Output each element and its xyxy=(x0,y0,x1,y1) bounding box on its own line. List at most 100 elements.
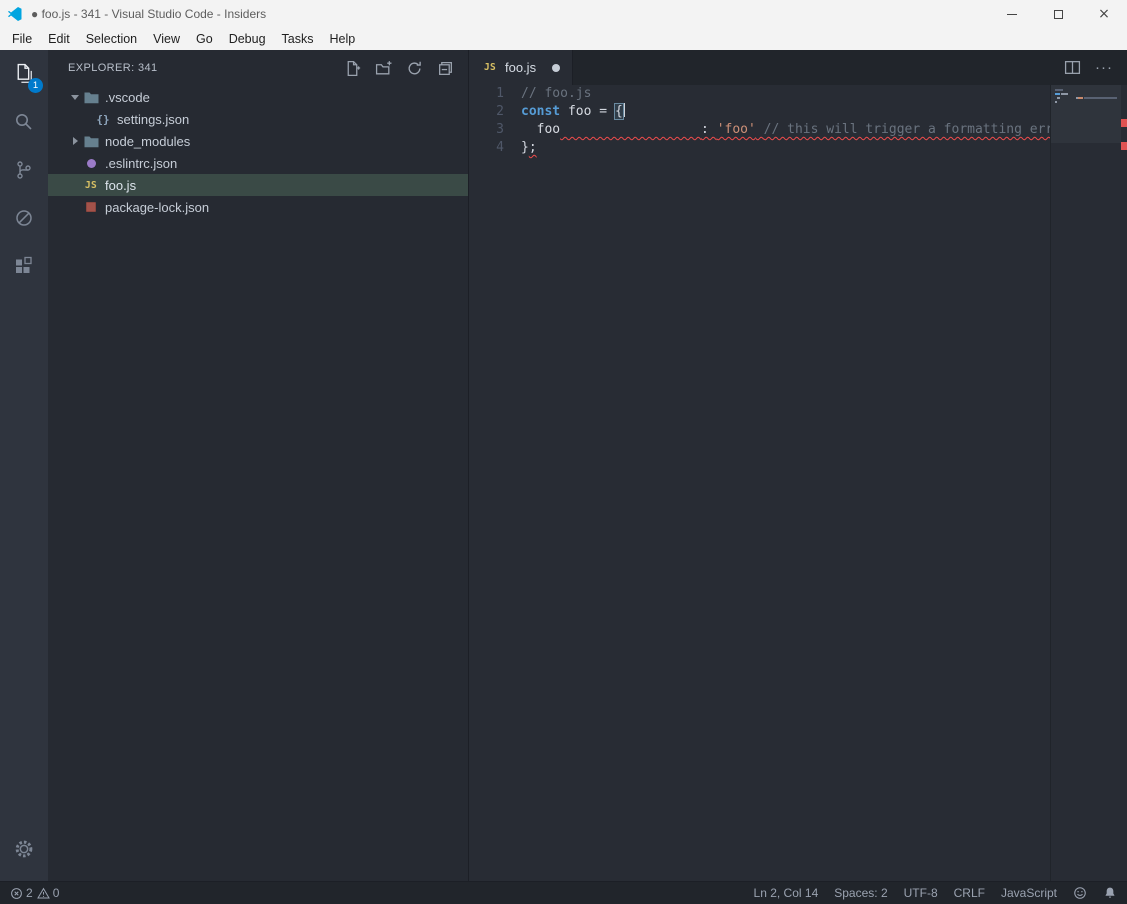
status-right-items: Ln 2, Col 14 Spaces: 2 UTF-8 CRLF JavaScript xyxy=(754,886,1057,900)
workbench: 1 EXPLORER: 341 .vscode {} settings.json no… xyxy=(0,50,1127,881)
maximize-icon xyxy=(1053,9,1063,19)
activity-search[interactable] xyxy=(0,98,48,146)
collapse-all-button[interactable] xyxy=(436,59,454,77)
overview-error-mark xyxy=(1121,142,1127,150)
error-count: 2 xyxy=(26,886,33,900)
file-tree: .vscode {} settings.json node_modules .eslin… xyxy=(48,86,468,881)
error-status[interactable]: 2 xyxy=(10,886,33,900)
window-controls: × xyxy=(989,0,1127,28)
new-file-button[interactable] xyxy=(343,59,361,77)
split-editor-button[interactable] xyxy=(1064,59,1081,76)
tree-item--eslintrc-json[interactable]: .eslintrc.json xyxy=(48,152,468,174)
maximize-button[interactable] xyxy=(1035,0,1081,28)
tree-item-label: foo.js xyxy=(105,177,137,193)
tree-item-settings-json[interactable]: {} settings.json xyxy=(48,108,468,130)
status-cursor-position[interactable]: Ln 2, Col 14 xyxy=(754,886,819,900)
activity-badge: 1 xyxy=(28,78,43,93)
explorer-sidebar: EXPLORER: 341 .vscode {} settings.json node… xyxy=(48,50,468,881)
tree-item-node-modules[interactable]: node_modules xyxy=(48,130,468,152)
new-folder-icon xyxy=(375,60,392,77)
activity-settings[interactable] xyxy=(0,825,48,873)
refresh-button[interactable] xyxy=(405,59,423,77)
editor-group: JS foo.js ··· 1 // foo.js 2 const foo = {3 … xyxy=(468,50,1127,881)
menu-file[interactable]: File xyxy=(4,30,40,48)
new-file-icon xyxy=(344,60,361,77)
menu-help[interactable]: Help xyxy=(322,30,364,48)
line-number: 2 xyxy=(496,104,504,119)
activity-source-control[interactable] xyxy=(0,146,48,194)
tree-item-label: node_modules xyxy=(105,133,191,149)
minimap-content xyxy=(1055,89,1119,105)
problems-status[interactable]: 2 0 xyxy=(10,886,59,900)
search-icon xyxy=(12,110,36,134)
text-cursor xyxy=(622,103,625,117)
error-icon xyxy=(10,887,23,900)
tree-item-foo-js[interactable]: JS foo.js xyxy=(48,174,468,196)
npm-icon xyxy=(82,199,100,215)
line-number: 3 xyxy=(496,122,504,137)
js-file-icon: JS xyxy=(483,62,497,73)
explorer-actions xyxy=(343,59,454,77)
status-bar: 2 0 Ln 2, Col 14 Spaces: 2 UTF-8 CRLF JavaSc… xyxy=(0,881,1127,904)
code-line-2: 2 const foo = { xyxy=(469,103,1127,121)
close-icon: × xyxy=(1098,6,1110,22)
menu-edit[interactable]: Edit xyxy=(40,30,78,48)
warning-status[interactable]: 0 xyxy=(36,886,60,900)
tree-item-label: .eslintrc.json xyxy=(105,155,178,171)
menu-tasks[interactable]: Tasks xyxy=(274,30,322,48)
vscode-window: ● foo.js - 341 - Visual Studio Code - In… xyxy=(0,0,1127,904)
line-number: 1 xyxy=(496,86,504,101)
overview-ruler xyxy=(1121,85,1127,881)
folder-icon xyxy=(82,133,100,149)
minimize-button[interactable] xyxy=(989,0,1035,28)
code-lines: 1// foo.js 2 const foo = {3 foo : 'foo' //… xyxy=(469,85,1127,157)
twisty-expanded-icon xyxy=(68,86,82,108)
debug-icon xyxy=(12,206,36,230)
tree-item-package-lock-json[interactable]: package-lock.json xyxy=(48,196,468,218)
collapse-all-icon xyxy=(437,60,454,77)
gear-icon xyxy=(13,838,35,860)
status-indentation[interactable]: Spaces: 2 xyxy=(834,886,887,900)
line-text: const foo = { xyxy=(521,103,625,120)
more-actions-button[interactable]: ··· xyxy=(1095,59,1113,76)
code-line-4: 4}; xyxy=(469,139,1127,157)
menu-debug[interactable]: Debug xyxy=(221,30,274,48)
menu-bar: File Edit Selection View Go Debug Tasks Help xyxy=(0,28,1127,50)
extensions-icon xyxy=(12,254,36,278)
status-encoding[interactable]: UTF-8 xyxy=(904,886,938,900)
status-language[interactable]: JavaScript xyxy=(1001,886,1057,900)
activity-bar-top: 1 xyxy=(0,50,48,290)
minimize-icon xyxy=(1007,13,1017,15)
tab-bar: JS foo.js ··· xyxy=(469,50,1127,85)
notifications-bell-button[interactable] xyxy=(1103,886,1117,900)
source-control-icon xyxy=(12,158,36,182)
tab-label: foo.js xyxy=(505,60,537,75)
warning-count: 0 xyxy=(52,886,60,900)
status-right: Ln 2, Col 14 Spaces: 2 UTF-8 CRLF JavaScript xyxy=(754,886,1117,900)
menu-go[interactable]: Go xyxy=(188,30,221,48)
line-text: foo : 'foo' // this will trigger a forma… xyxy=(536,122,1054,137)
tab-foo-js[interactable]: JS foo.js xyxy=(469,50,574,85)
minimap[interactable] xyxy=(1050,85,1121,881)
vscode-insiders-logo-icon xyxy=(7,6,24,23)
activity-explorer[interactable]: 1 xyxy=(0,50,48,98)
editor-actions: ··· xyxy=(1064,50,1127,85)
menu-selection[interactable]: Selection xyxy=(78,30,145,48)
tree-item--vscode[interactable]: .vscode xyxy=(48,86,468,108)
code-editor[interactable]: 1// foo.js 2 const foo = {3 foo : 'foo' //… xyxy=(469,85,1127,881)
close-button[interactable]: × xyxy=(1081,0,1127,28)
activity-extensions[interactable] xyxy=(0,242,48,290)
status-eol[interactable]: CRLF xyxy=(954,886,985,900)
line-text: }; xyxy=(521,140,537,155)
modified-dot-icon xyxy=(552,63,561,72)
menu-view[interactable]: View xyxy=(145,30,188,48)
tree-item-label: .vscode xyxy=(105,89,150,105)
activity-debug[interactable] xyxy=(0,194,48,242)
feedback-smiley-button[interactable] xyxy=(1073,886,1087,900)
folder-icon xyxy=(82,89,100,105)
new-folder-button[interactable] xyxy=(374,59,392,77)
